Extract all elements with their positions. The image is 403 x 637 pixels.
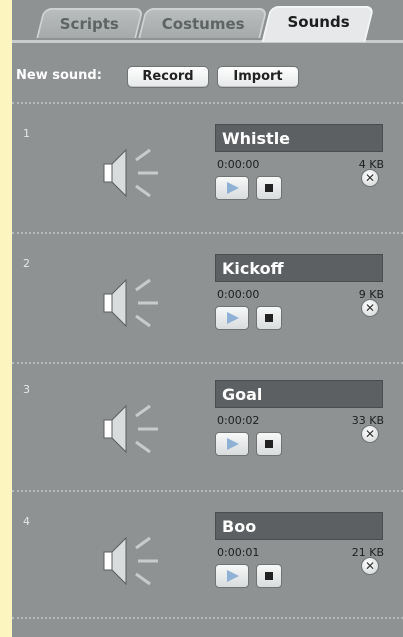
sounds-pane: Scripts Costumes Sounds New sound: Recor… [12,0,403,637]
speaker-icon [103,278,158,328]
separator [12,617,403,619]
delete-icon[interactable]: ✕ [361,299,379,317]
play-button[interactable] [215,564,249,588]
sound-duration: 0:00:01 [217,546,260,559]
delete-icon[interactable]: ✕ [361,425,379,443]
separator [12,362,403,364]
sound-duration: 0:00:00 [217,288,260,301]
tab-costumes-label: Costumes [161,15,245,33]
sound-item-2[interactable]: 2 Kickoff 0:00:00 9 KB ✕ [12,254,403,374]
tab-costumes[interactable]: Costumes [138,8,268,38]
delete-icon[interactable]: ✕ [361,169,379,187]
tab-bar: Scripts Costumes Sounds [12,0,403,43]
speaker-icon [103,536,158,586]
tab-scripts[interactable]: Scripts [36,8,144,38]
sound-duration: 0:00:00 [217,158,260,171]
separator [12,490,403,492]
sound-name-field[interactable]: Kickoff [215,254,383,282]
tab-sounds[interactable]: Sounds [261,6,375,42]
separator [12,102,403,104]
stop-icon [265,314,273,322]
sound-item-4[interactable]: 4 Boo 0:00:01 21 KB ✕ [12,512,403,632]
play-icon [227,570,239,582]
play-button[interactable] [215,432,249,456]
sound-index: 4 [23,515,30,528]
new-sound-toolbar: New sound: Record Import [12,64,403,90]
record-button[interactable]: Record [127,66,209,88]
stop-button[interactable] [256,564,282,588]
import-button[interactable]: Import [217,66,299,88]
stop-button[interactable] [256,176,282,200]
stop-icon [265,440,273,448]
speaker-icon [103,404,158,454]
sound-name-field[interactable]: Whistle [215,124,383,152]
stop-icon [265,184,273,192]
delete-icon[interactable]: ✕ [361,557,379,575]
play-icon [227,312,239,324]
new-sound-label: New sound: [16,68,102,83]
left-margin [0,0,12,637]
play-icon [227,438,239,450]
tab-sounds-label: Sounds [287,13,350,31]
stop-button[interactable] [256,306,282,330]
stop-icon [265,572,273,580]
stop-button[interactable] [256,432,282,456]
speaker-icon [103,148,158,198]
play-button[interactable] [215,306,249,330]
sound-name-field[interactable]: Boo [215,512,383,540]
play-icon [227,182,239,194]
tab-scripts-label: Scripts [60,15,120,33]
sound-index: 1 [23,127,30,140]
sound-item-1[interactable]: 1 Whistle 0:00:00 4 KB ✕ [12,124,403,244]
sound-index: 3 [23,383,30,396]
sound-index: 2 [23,257,30,270]
sound-name-field[interactable]: Goal [215,380,383,408]
play-button[interactable] [215,176,249,200]
sound-duration: 0:00:02 [217,414,260,427]
separator [12,232,403,234]
sound-item-3[interactable]: 3 Goal 0:00:02 33 KB ✕ [12,380,403,500]
